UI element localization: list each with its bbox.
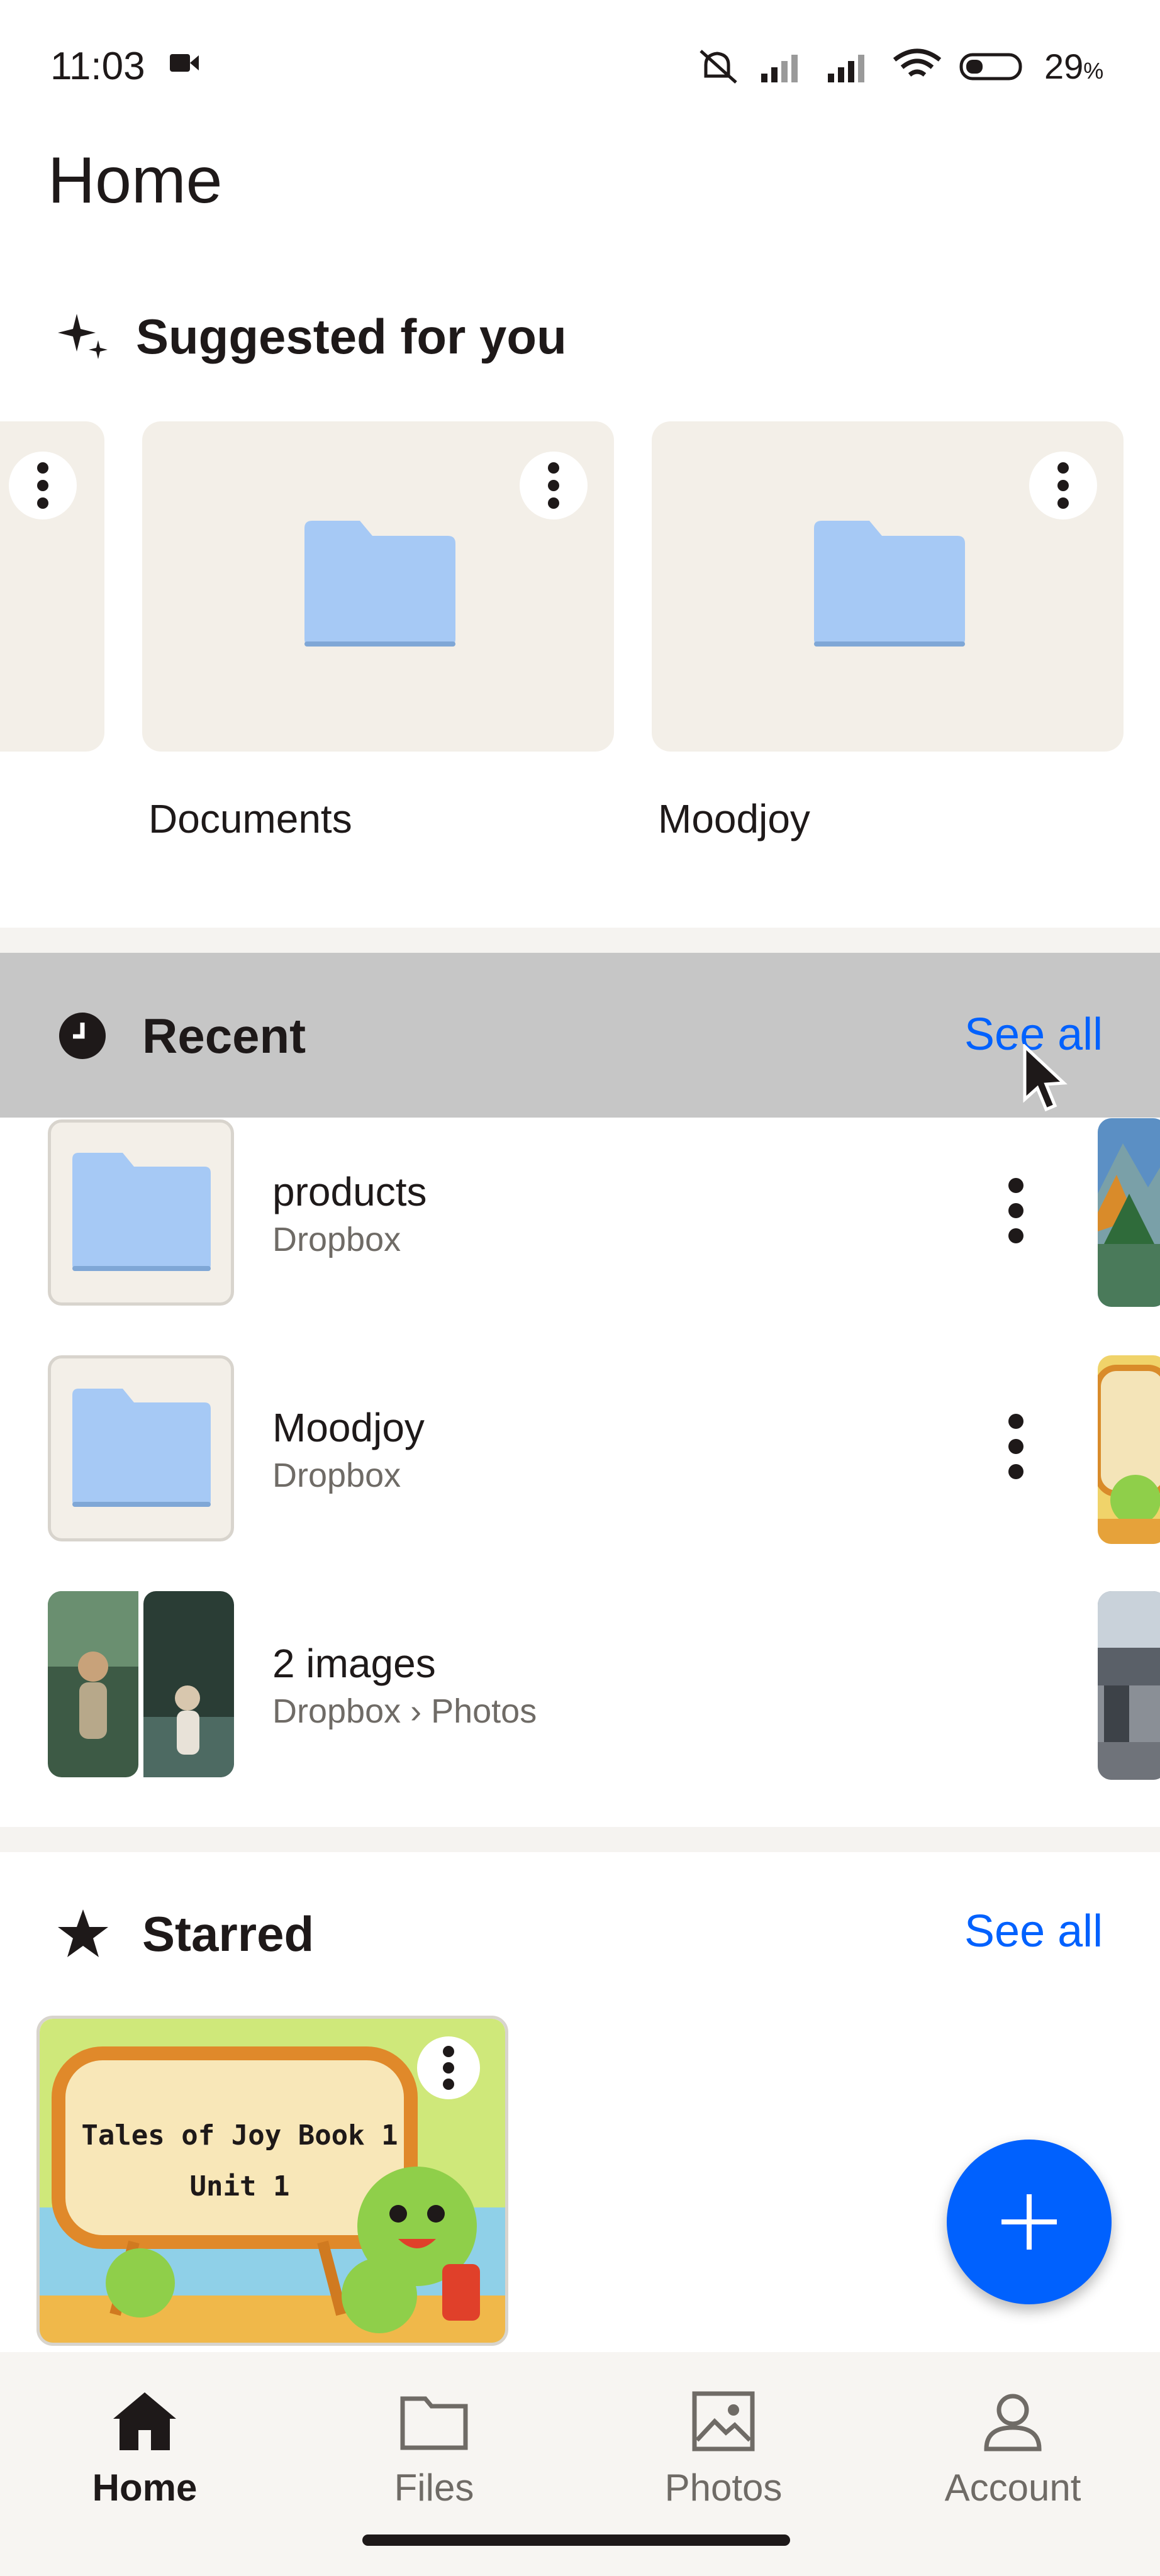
- recent-title: Recent: [142, 1008, 306, 1063]
- nav-photos-label: Photos: [664, 2467, 783, 2509]
- recent-item-name[interactable]: Moodjoy: [272, 1404, 425, 1451]
- nav-home[interactable]: Home: [19, 2390, 270, 2509]
- recent-item-thumbnail[interactable]: [48, 1355, 234, 1541]
- signal-icon: [761, 55, 798, 82]
- photo-thumbnail: [48, 1591, 234, 1777]
- more-options-icon[interactable]: [9, 452, 77, 519]
- starred-title: Starred: [142, 1906, 315, 1962]
- folder-icon: [72, 1153, 211, 1271]
- section-divider: [0, 928, 1160, 953]
- recent-item-location: Dropbox: [272, 1457, 401, 1494]
- recent-item-thumbnail[interactable]: [48, 1119, 234, 1306]
- battery-icon: [959, 53, 1022, 80]
- folder-icon: [72, 1389, 211, 1507]
- recent-item-name[interactable]: 2 images: [272, 1640, 436, 1687]
- starred-card-title: Tales of Joy Book 1: [81, 2119, 398, 2151]
- recent-item-name[interactable]: products: [272, 1169, 427, 1215]
- nav-home-label: Home: [92, 2467, 198, 2509]
- suggested-card-moodjoy[interactable]: [652, 421, 1124, 752]
- recent-item-location: Dropbox › Photos: [272, 1692, 537, 1730]
- add-button[interactable]: [947, 2140, 1112, 2304]
- page-title: Home: [48, 144, 223, 217]
- photo-icon: [692, 2391, 755, 2451]
- starred-card[interactable]: Tales of Joy Book 1 Unit 1: [36, 2016, 508, 2346]
- home-icon: [113, 2392, 176, 2450]
- suggested-card-documents[interactable]: [142, 421, 614, 752]
- section-divider: [0, 1827, 1160, 1852]
- status-time: 11:03: [50, 45, 145, 88]
- nav-photos[interactable]: Photos: [598, 2390, 849, 2509]
- more-options-icon[interactable]: [1000, 1412, 1032, 1481]
- clock-icon: [59, 1013, 106, 1059]
- more-options-icon[interactable]: [417, 2036, 480, 2099]
- status-icons: 29%: [692, 44, 1103, 88]
- sparkle-icon: [58, 313, 108, 359]
- nav-files[interactable]: Files: [308, 2390, 560, 2509]
- battery-percent: 29%: [1044, 46, 1104, 86]
- starred-card-subtitle: Unit 1: [189, 2170, 290, 2202]
- folder-icon: [304, 521, 455, 647]
- camera-icon: [170, 54, 199, 72]
- recent-edge-thumbnail: [1098, 1118, 1160, 1307]
- account-icon: [984, 2394, 1042, 2451]
- wifi-icon: [893, 48, 942, 77]
- plus-icon: [1001, 2194, 1057, 2250]
- nav-account[interactable]: Account: [887, 2390, 1139, 2509]
- nav-files-label: Files: [394, 2467, 474, 2509]
- more-options-icon[interactable]: [1000, 1176, 1032, 1245]
- recent-item-location: Dropbox: [272, 1221, 401, 1258]
- folder-icon: [814, 521, 965, 647]
- folder-icon: [400, 2396, 468, 2450]
- starred-see-all-link[interactable]: See all: [964, 1906, 1103, 1957]
- recent-edge-thumbnail: [1098, 1591, 1160, 1780]
- signal-icon: [828, 55, 864, 82]
- suggested-header: Suggested for you: [57, 308, 567, 365]
- home-indicator[interactable]: [362, 2534, 790, 2546]
- suggested-label: Moodjoy: [658, 796, 810, 841]
- recent-item-thumbnail[interactable]: [48, 1591, 234, 1777]
- suggested-title: Suggested for you: [136, 309, 567, 364]
- more-options-icon[interactable]: [1029, 452, 1097, 519]
- mouse-cursor-icon: [1023, 1044, 1068, 1112]
- mute-icon: [700, 50, 737, 84]
- star-icon: [58, 1909, 108, 1957]
- suggested-label: Documents: [148, 796, 352, 841]
- suggested-card[interactable]: [0, 421, 104, 752]
- nav-account-label: Account: [944, 2467, 1081, 2509]
- recent-edge-thumbnail: [1098, 1355, 1160, 1544]
- more-options-icon[interactable]: [520, 452, 588, 519]
